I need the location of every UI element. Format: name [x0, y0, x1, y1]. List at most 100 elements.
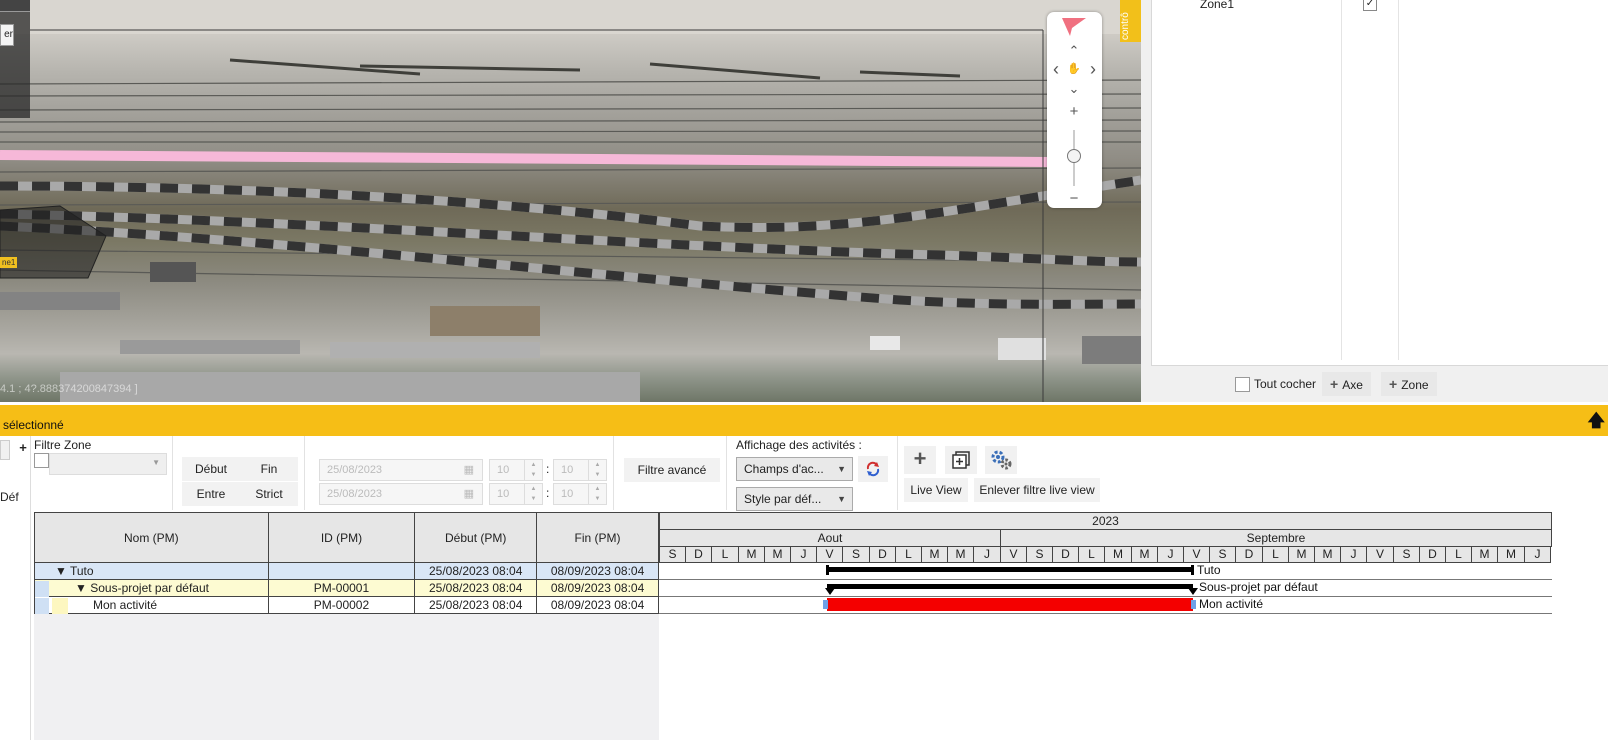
expand-triangle-icon[interactable]: ▼ — [55, 564, 70, 578]
minute-debut-stepper[interactable]: 10 ▲ ▼ — [553, 459, 607, 481]
indent-marker — [52, 598, 68, 614]
zone-item-checkbox[interactable]: ✓ — [1363, 0, 1377, 11]
gantt-day-cell: L — [711, 546, 739, 563]
zoom-slider-knob[interactable] — [1067, 149, 1081, 163]
row-name-cell[interactable]: ▼ Sous-projet par défaut — [34, 579, 269, 597]
enlever-filtre-live-view-button[interactable]: Enlever filtre live view — [974, 478, 1100, 502]
gantt-day-cell: S — [1026, 546, 1053, 563]
refresh-button[interactable] — [858, 456, 888, 482]
filtre-avance-button[interactable]: Filtre avancé — [624, 458, 720, 482]
pan-hand-icon[interactable]: ✋ — [1067, 63, 1081, 76]
add-axe-label: Axe — [1342, 378, 1363, 392]
hour-debut-stepper[interactable]: 10 ▲ ▼ — [489, 459, 543, 481]
calendar-icon[interactable]: ▦ — [464, 484, 474, 504]
add-activity-button[interactable]: + — [904, 446, 936, 474]
left-strip-tab[interactable] — [0, 440, 10, 460]
filtre-zone-checkbox[interactable] — [34, 453, 49, 468]
hour-fin-stepper[interactable]: 10 ▲ ▼ — [489, 483, 543, 505]
map-zone-tag[interactable]: ne1 — [0, 257, 18, 268]
expand-triangle-icon[interactable]: ▼ — [75, 581, 90, 595]
row-name-cell[interactable]: Mon activité — [34, 596, 269, 614]
table-row[interactable]: ▼ Tuto 25/08/2023 08:04 08/09/2023 08:04 — [34, 562, 659, 580]
minute-fin-value: 10 — [561, 488, 574, 500]
pan-right-icon[interactable]: › — [1086, 60, 1100, 78]
time-colon: : — [546, 462, 550, 476]
date-debut-field[interactable]: 25/08/2023 ▦ — [319, 459, 483, 481]
row-fin-cell: 08/09/2023 08:04 — [536, 596, 659, 614]
fin-button[interactable]: Fin — [240, 457, 298, 481]
style-select[interactable]: Style par déf... ▼ — [736, 487, 853, 511]
column-header-nom[interactable]: Nom (PM) — [34, 512, 269, 563]
gantt-day-cell: D — [1235, 546, 1263, 563]
pan-down-icon[interactable]: ⌄ — [1067, 82, 1081, 95]
champs-select[interactable]: Champs d'ac... ▼ — [736, 457, 853, 481]
calendar-icon[interactable]: ▦ — [464, 460, 474, 480]
gantt-triangle-marker — [825, 588, 835, 595]
table-row[interactable]: ▼ Sous-projet par défaut PM-00001 25/08/… — [34, 579, 659, 597]
filter-icon[interactable] — [1062, 18, 1086, 38]
gantt-day-cell: M — [1471, 546, 1498, 563]
zones-col-divider — [1341, 0, 1342, 360]
gears-icon — [991, 450, 1012, 470]
add-zone-button[interactable]: + Zone — [1381, 372, 1437, 396]
gantt-day-cell: V — [1000, 546, 1027, 563]
gantt-day-cell: V — [1366, 546, 1394, 563]
add-box-icon — [952, 451, 970, 469]
gantt-day-cell: M — [1497, 546, 1525, 563]
add-axe-button[interactable]: + Axe — [1322, 372, 1371, 396]
gantt-summary-bar-tuto[interactable] — [827, 567, 1193, 572]
stepper-arrows-icon[interactable]: ▲ ▼ — [524, 460, 542, 480]
entre-button[interactable]: Entre — [182, 482, 240, 506]
map-mini-button[interactable]: er — [0, 24, 14, 46]
hour-fin-value: 10 — [497, 488, 510, 500]
toolbar-separator — [613, 436, 614, 510]
minute-debut-value: 10 — [561, 464, 574, 476]
column-header-debut[interactable]: Début (PM) — [414, 512, 538, 563]
debut-button[interactable]: Début — [182, 457, 240, 481]
stepper-arrows-icon[interactable]: ▲ ▼ — [588, 460, 606, 480]
gantt-row-line — [659, 579, 1552, 580]
stepper-arrows-icon[interactable]: ▲ ▼ — [588, 484, 606, 504]
zoom-out-icon[interactable]: − — [1067, 191, 1081, 206]
table-row[interactable]: Mon activité PM-00002 25/08/2023 08:04 0… — [34, 596, 659, 614]
app-window: er ne1 4.1 ; 4?.888374200847394 ] ⌃ ‹ ✋ … — [0, 0, 1608, 740]
column-header-id[interactable]: ID (PM) — [267, 512, 416, 563]
zones-list: Zone1 ✓ — [1151, 0, 1608, 366]
gantt-bar-start-handle[interactable] — [823, 600, 828, 609]
minute-fin-stepper[interactable]: 10 ▲ ▼ — [553, 483, 607, 505]
gantt-activity-bar[interactable] — [827, 598, 1193, 611]
selection-header-bar: sélectionné 🡅 — [0, 405, 1608, 436]
pan-left-icon[interactable]: ‹ — [1049, 60, 1063, 78]
tout-cocher-label: Tout cocher — [1254, 377, 1317, 391]
row-name-cell[interactable]: ▼ Tuto — [34, 562, 269, 580]
zoom-in-icon[interactable]: + — [1067, 104, 1081, 119]
activities-grid: Nom (PM) ID (PM) Début (PM) Fin (PM) ▼ T… — [34, 512, 659, 740]
gantt-day-cell: S — [842, 546, 870, 563]
strict-button[interactable]: Strict — [240, 482, 298, 506]
column-header-fin[interactable]: Fin (PM) — [536, 512, 659, 563]
collapse-arrow-icon[interactable]: 🡅 — [1588, 408, 1605, 437]
row-name: Tuto — [70, 564, 94, 578]
tout-cocher-checkbox[interactable] — [1235, 376, 1250, 392]
affichage-label: Affichage des activités : — [736, 438, 862, 452]
tout-cocher-toggle[interactable]: Tout cocher — [1235, 372, 1316, 396]
pan-up-icon[interactable]: ⌃ — [1067, 44, 1081, 57]
gantt-day-cell: D — [685, 546, 712, 563]
control-tab[interactable]: contrô — [1120, 0, 1141, 42]
date-fin-field[interactable]: 25/08/2023 ▦ — [319, 483, 483, 505]
left-add-icon[interactable]: + — [17, 440, 29, 460]
gantt-chart[interactable]: 2023 Aout Septembre SDLMMJVSDLMMJVSDLMMJ… — [659, 512, 1608, 740]
gantt-bar-end-handle[interactable] — [1191, 600, 1196, 609]
gantt-bar-cap — [1191, 565, 1194, 575]
selection-title: sélectionné — [3, 418, 64, 432]
gantt-day-cell: M — [1288, 546, 1315, 563]
stepper-arrows-icon[interactable]: ▲ ▼ — [524, 484, 542, 504]
gantt-summary-bar-subproject[interactable] — [827, 584, 1193, 589]
toolbar-separator — [304, 436, 305, 510]
live-view-button[interactable]: Live View — [904, 478, 968, 502]
gantt-bar-label: Mon activité — [1199, 597, 1264, 611]
map-view[interactable]: er ne1 4.1 ; 4?.888374200847394 ] ⌃ ‹ ✋ … — [0, 0, 1141, 402]
filtre-zone-select[interactable]: ▼ — [49, 453, 167, 475]
add-subproject-button[interactable] — [945, 446, 977, 474]
settings-button[interactable] — [985, 446, 1017, 474]
